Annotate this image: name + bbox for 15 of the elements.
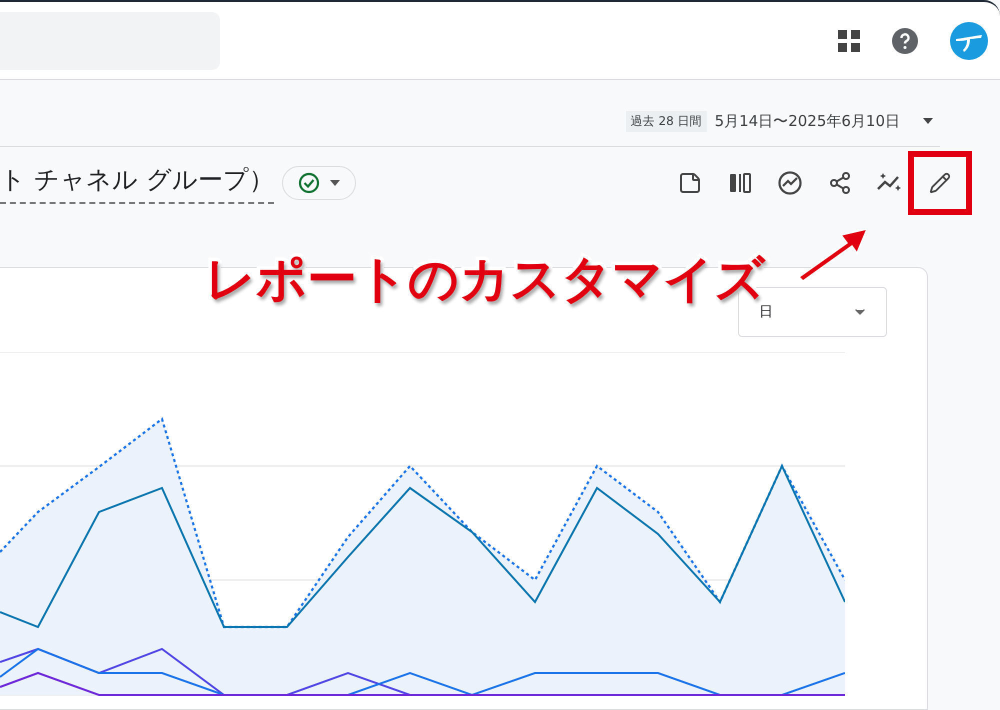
columns-icon xyxy=(728,171,752,195)
caret-icon[interactable] xyxy=(922,117,934,125)
trend-icon xyxy=(777,170,803,196)
check-circle-icon xyxy=(298,172,320,194)
note-icon xyxy=(678,171,702,195)
help-icon[interactable] xyxy=(892,28,918,54)
caret-icon xyxy=(330,180,340,186)
share-icon xyxy=(828,171,852,195)
status-chip[interactable] xyxy=(282,166,356,200)
date-range[interactable]: 5月14日〜2025年6月10日 xyxy=(714,112,900,130)
period-badge: 過去 28 日間 xyxy=(626,110,707,132)
apps-grid-icon[interactable] xyxy=(838,30,860,52)
avatar-icon[interactable] xyxy=(950,22,988,60)
pencil-icon xyxy=(929,172,951,194)
report-title: ト チャネル グループ） xyxy=(0,162,274,204)
